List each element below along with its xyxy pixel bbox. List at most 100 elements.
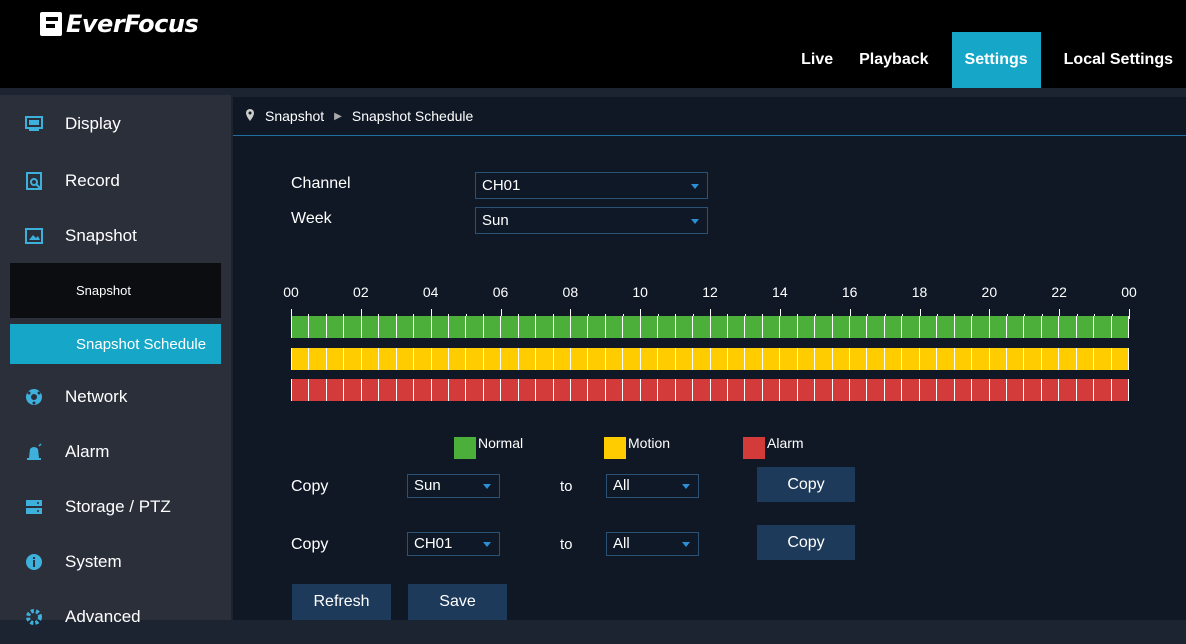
schedule-cell-normal[interactable] — [658, 316, 676, 338]
schedule-cell-motion[interactable] — [588, 348, 606, 370]
schedule-cell-alarm[interactable] — [483, 379, 502, 401]
schedule-cell-alarm[interactable] — [431, 379, 449, 401]
copy-day-button[interactable]: Copy — [757, 467, 855, 502]
schedule-cell-alarm[interactable] — [693, 379, 711, 401]
schedule-cell-alarm[interactable] — [675, 379, 694, 401]
schedule-cell-alarm[interactable] — [536, 379, 554, 401]
schedule-cell-alarm[interactable] — [1076, 379, 1095, 401]
schedule-cell-normal[interactable] — [902, 316, 920, 338]
schedule-cell-alarm[interactable] — [396, 379, 415, 401]
schedule-cell-normal[interactable] — [291, 316, 310, 338]
schedule-cell-alarm[interactable] — [762, 379, 781, 401]
schedule-cell-motion[interactable] — [518, 348, 537, 370]
schedule-cell-motion[interactable] — [762, 348, 781, 370]
schedule-cell-alarm[interactable] — [815, 379, 833, 401]
schedule-cell-motion[interactable] — [640, 348, 659, 370]
schedule-cell-motion[interactable] — [605, 348, 624, 370]
sidebar-item-record[interactable]: Record — [0, 153, 231, 208]
schedule-cell-motion[interactable] — [448, 348, 467, 370]
schedule-cell-normal[interactable] — [605, 316, 624, 338]
schedule-cell-alarm[interactable] — [448, 379, 467, 401]
schedule-cell-motion[interactable] — [501, 348, 519, 370]
schedule-cell-normal[interactable] — [850, 316, 868, 338]
refresh-button[interactable]: Refresh — [292, 584, 391, 620]
schedule-cell-motion[interactable] — [483, 348, 502, 370]
schedule-cell-motion[interactable] — [884, 348, 903, 370]
schedule-cell-alarm[interactable] — [501, 379, 519, 401]
schedule-cell-alarm[interactable] — [588, 379, 606, 401]
schedule-cell-motion[interactable] — [361, 348, 380, 370]
schedule-cell-motion[interactable] — [937, 348, 955, 370]
schedule-cell-normal[interactable] — [832, 316, 850, 338]
schedule-cell-alarm[interactable] — [623, 379, 641, 401]
sidebar-item-snapshot[interactable]: Snapshot — [0, 208, 231, 263]
schedule-cell-motion[interactable] — [536, 348, 554, 370]
schedule-cell-motion[interactable] — [414, 348, 432, 370]
schedule-cell-alarm[interactable] — [658, 379, 676, 401]
schedule-cell-alarm[interactable] — [553, 379, 571, 401]
schedule-cell-normal[interactable] — [431, 316, 449, 338]
sidebar-item-display[interactable]: Display — [0, 95, 231, 153]
schedule-cell-alarm[interactable] — [571, 379, 589, 401]
schedule-cell-normal[interactable] — [571, 316, 589, 338]
schedule-cell-normal[interactable] — [448, 316, 467, 338]
schedule-cell-motion[interactable] — [1094, 348, 1112, 370]
schedule-cell-normal[interactable] — [1111, 316, 1129, 338]
schedule-cell-normal[interactable] — [344, 316, 362, 338]
sidebar-item-storage-ptz[interactable]: Storage / PTZ — [0, 479, 231, 534]
schedule-cell-alarm[interactable] — [832, 379, 850, 401]
schedule-cell-motion[interactable] — [919, 348, 938, 370]
schedule-cell-alarm[interactable] — [518, 379, 537, 401]
schedule-cell-motion[interactable] — [553, 348, 571, 370]
schedule-cell-alarm[interactable] — [326, 379, 345, 401]
copy-day-from-select[interactable]: Sun — [407, 474, 500, 498]
schedule-cell-motion[interactable] — [379, 348, 397, 370]
schedule-cell-alarm[interactable] — [902, 379, 920, 401]
nav-live[interactable]: Live — [788, 32, 846, 88]
schedule-cell-normal[interactable] — [954, 316, 973, 338]
nav-local-settings[interactable]: Local Settings — [1051, 32, 1186, 88]
sidebar-subitem-snapshot[interactable]: Snapshot — [10, 263, 221, 318]
schedule-cell-motion[interactable] — [291, 348, 310, 370]
schedule-cell-normal[interactable] — [1041, 316, 1060, 338]
schedule-cell-motion[interactable] — [675, 348, 694, 370]
schedule-cell-normal[interactable] — [536, 316, 554, 338]
schedule-cell-alarm[interactable] — [1006, 379, 1025, 401]
schedule-cell-motion[interactable] — [832, 348, 850, 370]
schedule-cell-normal[interactable] — [675, 316, 694, 338]
schedule-cell-alarm[interactable] — [1094, 379, 1112, 401]
schedule-cell-alarm[interactable] — [605, 379, 624, 401]
schedule-cell-normal[interactable] — [1059, 316, 1077, 338]
sidebar-item-system[interactable]: System — [0, 534, 231, 589]
schedule-cell-alarm[interactable] — [937, 379, 955, 401]
channel-select[interactable]: CH01 — [475, 172, 708, 199]
schedule-cell-normal[interactable] — [553, 316, 571, 338]
schedule-cell-normal[interactable] — [1076, 316, 1095, 338]
schedule-cell-motion[interactable] — [902, 348, 920, 370]
schedule-cell-normal[interactable] — [1024, 316, 1042, 338]
schedule-cell-normal[interactable] — [361, 316, 380, 338]
schedule-row-normal[interactable] — [291, 316, 1129, 338]
schedule-cell-alarm[interactable] — [640, 379, 659, 401]
copy-channel-from-select[interactable]: CH01 — [407, 532, 500, 556]
schedule-cell-normal[interactable] — [466, 316, 484, 338]
schedule-cell-normal[interactable] — [727, 316, 746, 338]
schedule-cell-motion[interactable] — [326, 348, 345, 370]
schedule-cell-alarm[interactable] — [972, 379, 990, 401]
schedule-cell-motion[interactable] — [623, 348, 641, 370]
schedule-cell-motion[interactable] — [1006, 348, 1025, 370]
schedule-cell-motion[interactable] — [658, 348, 676, 370]
schedule-cell-normal[interactable] — [483, 316, 502, 338]
schedule-cell-alarm[interactable] — [1059, 379, 1077, 401]
schedule-cell-normal[interactable] — [867, 316, 885, 338]
schedule-cell-motion[interactable] — [989, 348, 1007, 370]
schedule-cell-motion[interactable] — [431, 348, 449, 370]
schedule-cell-alarm[interactable] — [797, 379, 816, 401]
schedule-cell-motion[interactable] — [693, 348, 711, 370]
schedule-cell-alarm[interactable] — [309, 379, 327, 401]
schedule-cell-motion[interactable] — [1041, 348, 1060, 370]
schedule-cell-motion[interactable] — [745, 348, 763, 370]
schedule-cell-normal[interactable] — [710, 316, 728, 338]
schedule-cell-normal[interactable] — [989, 316, 1007, 338]
schedule-cell-motion[interactable] — [466, 348, 484, 370]
